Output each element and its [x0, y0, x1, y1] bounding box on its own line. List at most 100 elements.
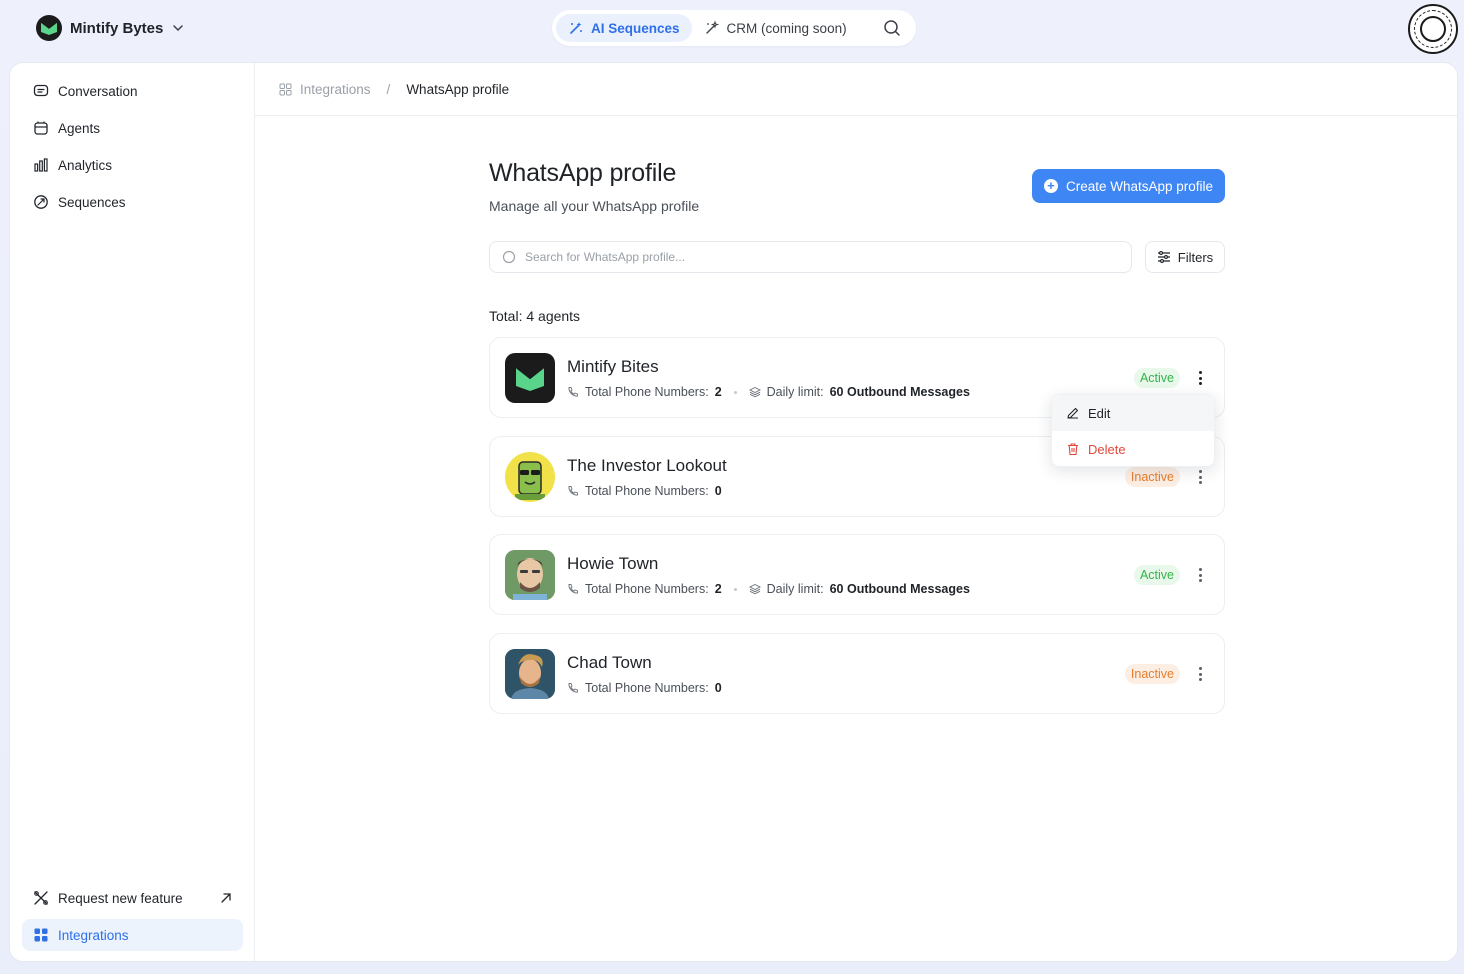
workspace-name: Mintify Bytes — [70, 19, 164, 37]
sequences-icon — [34, 195, 48, 209]
filters-label: Filters — [1177, 249, 1214, 265]
meta-separator — [733, 390, 737, 394]
sidebar-item-sequences[interactable]: Sequences — [22, 186, 243, 218]
sidebar-item-analytics[interactable]: Analytics — [22, 149, 243, 181]
profile-card[interactable]: Howie Town Total Phone Numbers: 2 Daily l… — [489, 534, 1225, 615]
trash-icon — [1068, 443, 1078, 456]
tab-label: CRM (coming soon) — [726, 20, 847, 36]
menu-item-label: Delete — [1088, 441, 1126, 457]
more-options-button[interactable] — [1192, 368, 1208, 388]
profile-card[interactable]: Chad Town Total Phone Numbers: 0 Inactive — [489, 633, 1225, 714]
menu-item-edit[interactable]: Edit — [1052, 395, 1214, 431]
phones-count: 2 — [714, 582, 722, 596]
tools-icon — [34, 891, 48, 905]
profile-name: Mintify Bites — [567, 357, 659, 376]
phones-label: Total Phone Numbers: — [585, 484, 709, 498]
tab-crm[interactable]: CRM (coming soon) — [692, 14, 859, 42]
limit-label: Daily limit: — [766, 582, 824, 596]
sidebar-item-agents[interactable]: Agents — [22, 112, 243, 144]
sidebar-item-label: Integrations — [58, 927, 129, 943]
profile-meta: Total Phone Numbers: 2 Daily limit: 60 Out… — [567, 582, 970, 596]
phones-label: Total Phone Numbers: — [585, 681, 709, 695]
phone-icon — [568, 683, 578, 693]
status-badge: Inactive — [1124, 467, 1180, 487]
profile-meta: Total Phone Numbers: 0 — [567, 484, 722, 498]
profile-meta: Total Phone Numbers: 2 Daily limit: 60 Out… — [567, 385, 970, 399]
phones-count: 0 — [714, 484, 722, 498]
magic-wand-icon — [705, 20, 719, 34]
sidebar: Conversation Agents Analytics Sequences … — [10, 63, 255, 961]
layers-icon — [748, 583, 761, 595]
layers-icon — [748, 386, 761, 398]
profile-avatar — [505, 353, 555, 403]
profile-meta: Total Phone Numbers: 0 — [567, 681, 722, 695]
profile-name: Chad Town — [567, 653, 652, 672]
phone-icon — [568, 387, 578, 397]
sidebar-item-label: Request new feature — [58, 890, 183, 906]
profile-avatar — [505, 452, 555, 502]
more-options-button[interactable] — [1192, 664, 1208, 684]
profile-name: Howie Town — [567, 554, 659, 573]
sidebar-item-integrations[interactable]: Integrations — [22, 919, 243, 951]
grid-icon — [34, 928, 48, 942]
phone-icon — [568, 584, 578, 594]
search-field[interactable] — [489, 241, 1132, 273]
search-icon — [884, 20, 900, 36]
profile-name: The Investor Lookout — [567, 456, 727, 475]
sidebar-item-label: Sequences — [58, 194, 126, 210]
limit-value: 60 Outbound Messages — [829, 582, 970, 596]
phones-label: Total Phone Numbers: — [585, 385, 709, 399]
chevron-down-icon — [173, 25, 184, 32]
menu-item-label: Edit — [1088, 405, 1111, 421]
total-count: Total: 4 agents — [489, 308, 581, 324]
workspace-switcher[interactable]: Mintify Bytes — [36, 14, 185, 42]
filters-button[interactable]: Filters — [1145, 241, 1225, 273]
phones-label: Total Phone Numbers: — [585, 582, 709, 596]
grid-icon — [279, 83, 292, 95]
limit-label: Daily limit: — [766, 385, 824, 399]
meta-separator — [733, 587, 737, 591]
plus-circle-icon: + — [1043, 179, 1058, 193]
create-button-label: Create WhatsApp profile — [1065, 178, 1214, 194]
phones-count: 2 — [714, 385, 722, 399]
create-whatsapp-profile-button[interactable]: + Create WhatsApp profile — [1032, 169, 1225, 203]
menu-item-delete[interactable]: Delete — [1052, 431, 1214, 467]
arrow-up-right-icon — [221, 893, 231, 903]
breadcrumb-separator: / — [386, 81, 391, 97]
sparkle-icon — [570, 22, 582, 34]
badge-ring — [1414, 10, 1452, 48]
app-shell: Conversation Agents Analytics Sequences … — [9, 62, 1458, 962]
phones-count: 0 — [714, 681, 722, 695]
bar-chart-icon — [34, 158, 48, 172]
tab-ai-sequences[interactable]: AI Sequences — [556, 14, 692, 42]
breadcrumb-integrations[interactable]: Integrations — [279, 82, 371, 97]
profile-avatar — [505, 649, 555, 699]
main-content: Integrations / WhatsApp profile WhatsApp… — [255, 63, 1457, 961]
breadcrumb-current: WhatsApp profile — [406, 81, 510, 97]
sliders-icon — [1157, 251, 1170, 263]
sidebar-item-conversation[interactable]: Conversation — [22, 75, 243, 107]
more-options-button[interactable] — [1192, 565, 1208, 585]
sidebar-item-request-feature[interactable]: Request new feature — [22, 882, 243, 914]
whatsapp-profile-page: WhatsApp profile Manage all your WhatsAp… — [489, 159, 1225, 714]
sidebar-item-label: Analytics — [58, 157, 113, 173]
more-options-button[interactable] — [1192, 467, 1208, 487]
tab-label: AI Sequences — [591, 20, 680, 36]
sidebar-item-label: Conversation — [58, 83, 138, 99]
sidebar-item-label: Agents — [58, 120, 101, 136]
status-badge: Active — [1133, 565, 1180, 585]
status-badge: Inactive — [1124, 664, 1180, 684]
search-button[interactable] — [880, 16, 904, 40]
search-input[interactable] — [525, 250, 1105, 264]
search-icon — [502, 250, 516, 263]
status-badge: Active — [1133, 368, 1180, 388]
context-menu: Edit Delete — [1051, 394, 1215, 467]
mintify-logo-icon — [36, 15, 62, 41]
profile-avatar — [505, 550, 555, 600]
referral-badge[interactable] — [1408, 4, 1458, 54]
pencil-icon — [1067, 407, 1079, 419]
breadcrumb: Integrations / WhatsApp profile — [255, 63, 1457, 116]
limit-value: 60 Outbound Messages — [829, 385, 970, 399]
top-nav: AI Sequences CRM (coming soon) — [552, 10, 916, 46]
breadcrumb-root-label: Integrations — [300, 81, 371, 97]
